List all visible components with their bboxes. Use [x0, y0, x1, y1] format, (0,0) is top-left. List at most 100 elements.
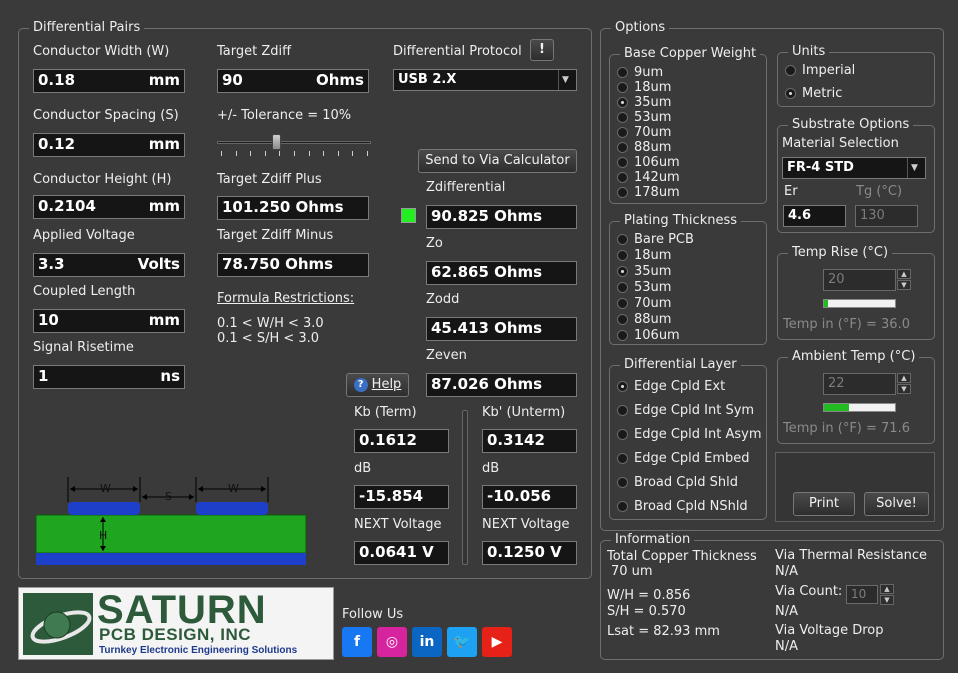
plating-option-label: 88um [634, 312, 672, 327]
radio-button-icon[interactable] [617, 157, 628, 168]
plating-option-35um[interactable]: 35um [617, 264, 671, 279]
base-copper-option-9um[interactable]: 9um [617, 65, 663, 80]
radio-button-icon[interactable] [617, 501, 628, 512]
radio-button-icon[interactable] [617, 187, 628, 198]
saturn-logo[interactable]: SATURN PCB DESIGN, INC Turnkey Electroni… [18, 587, 334, 660]
base-copper-option-53um[interactable]: 53um [617, 110, 671, 125]
plating-option-18um[interactable]: 18um [617, 248, 671, 263]
via-thermal-value: N/A [775, 564, 798, 579]
help-label: Help [371, 377, 402, 392]
conductor-width-field[interactable]: 0.18 mm [33, 69, 185, 93]
radio-button-icon[interactable] [617, 127, 628, 138]
diff-layer-option-edge-cpld-int-asym[interactable]: Edge Cpld Int Asym [617, 427, 762, 442]
target-zdiff-minus-label: Target Zdiff Minus [217, 228, 334, 243]
tolerance-slider[interactable] [217, 133, 371, 159]
radio-button-icon[interactable] [785, 65, 796, 76]
via-count-stepper[interactable]: ▲ ▼ [880, 584, 894, 605]
ambient-temp-bar [823, 403, 896, 412]
conductor-spacing-label: Conductor Spacing (S) [33, 108, 179, 123]
applied-voltage-field[interactable]: 3.3 Volts [33, 253, 185, 277]
plating-option-70um[interactable]: 70um [617, 296, 671, 311]
radio-button-icon[interactable] [617, 67, 628, 78]
radio-button-icon[interactable] [617, 405, 628, 416]
radio-button-icon[interactable] [617, 142, 628, 153]
protocol-info-button[interactable]: ! [530, 39, 554, 61]
radio-button-icon[interactable] [617, 112, 628, 123]
temp-rise-stepper[interactable]: ▲ ▼ [897, 269, 911, 290]
diff-layer-option-edge-cpld-embed[interactable]: Edge Cpld Embed [617, 451, 750, 466]
send-to-via-calculator-button[interactable]: Send to Via Calculator [418, 149, 577, 173]
radio-button-icon[interactable] [617, 97, 628, 108]
chevron-up-icon[interactable]: ▲ [880, 584, 894, 594]
radio-button-icon[interactable] [617, 453, 628, 464]
conductor-height-field[interactable]: 0.2104 mm [33, 195, 185, 219]
diff-layer-option-edge-cpld-int-sym[interactable]: Edge Cpld Int Sym [617, 403, 754, 418]
kb-divider [462, 410, 468, 565]
temp-rise-value: 20 [828, 272, 845, 287]
base-copper-option-35um[interactable]: 35um [617, 95, 671, 110]
chevron-down-icon[interactable]: ▼ [880, 595, 894, 605]
zodd-label: Zodd [426, 292, 460, 307]
diff-layer-option-edge-cpld-ext[interactable]: Edge Cpld Ext [617, 379, 725, 394]
radio-button-icon[interactable] [617, 172, 628, 183]
kb-term-db-value: -15.854 [359, 487, 424, 505]
units-option-imperial[interactable]: Imperial [785, 63, 855, 78]
plating-option-53um[interactable]: 53um [617, 280, 671, 295]
slider-tick [337, 151, 339, 156]
plating-option-label: 106um [634, 328, 680, 343]
material-select[interactable]: FR-4 STD ▼ [782, 157, 926, 179]
chevron-up-icon[interactable]: ▲ [897, 269, 911, 279]
diff-layer-option-broad-cpld-shld[interactable]: Broad Cpld Shld [617, 475, 738, 490]
target-zdiff-field[interactable]: 90 Ohms [217, 69, 369, 93]
chevron-up-icon[interactable]: ▲ [897, 373, 911, 383]
radio-button-icon[interactable] [617, 429, 628, 440]
er-field[interactable]: 4.6 [783, 205, 846, 227]
base-copper-option-70um[interactable]: 70um [617, 125, 671, 140]
radio-button-icon[interactable] [617, 282, 628, 293]
conductor-spacing-field[interactable]: 0.12 mm [33, 133, 185, 157]
radio-button-icon[interactable] [617, 234, 628, 245]
youtube-icon[interactable]: ▶ [482, 627, 512, 657]
facebook-icon[interactable]: f [342, 627, 372, 657]
zeven-field: 87.026 Ohms [426, 373, 577, 397]
radio-button-icon[interactable] [617, 330, 628, 341]
coupled-length-field[interactable]: 10 mm [33, 309, 185, 333]
ambient-temp-stepper[interactable]: ▲ ▼ [897, 373, 911, 394]
radio-button-icon[interactable] [785, 88, 796, 99]
base-copper-option-178um[interactable]: 178um [617, 185, 680, 200]
chevron-down-icon[interactable]: ▼ [897, 384, 911, 394]
plating-option-88um[interactable]: 88um [617, 312, 671, 327]
conductor-spacing-unit: mm [148, 135, 180, 153]
diff-layer-option-broad-cpld-nshld[interactable]: Broad Cpld NShld [617, 499, 748, 514]
radio-button-icon[interactable] [617, 298, 628, 309]
help-button[interactable]: ? Help [346, 373, 409, 397]
signal-risetime-value: 1 [38, 367, 49, 385]
base-copper-option-88um[interactable]: 88um [617, 140, 671, 155]
base-copper-option-106um[interactable]: 106um [617, 155, 680, 170]
via-drop-value: N/A [775, 639, 798, 654]
help-icon: ? [353, 377, 368, 392]
base-copper-option-142um[interactable]: 142um [617, 170, 680, 185]
radio-button-icon[interactable] [617, 314, 628, 325]
differential-protocol-select[interactable]: USB 2.X ▼ [393, 69, 577, 91]
wh-ratio: W/H = 0.856 [607, 588, 691, 603]
base-copper-option-18um[interactable]: 18um [617, 80, 671, 95]
plating-option-bare-pcb[interactable]: Bare PCB [617, 232, 694, 247]
radio-button-icon[interactable] [617, 381, 628, 392]
diff-layer-option-label: Broad Cpld Shld [634, 475, 738, 490]
linkedin-icon[interactable]: in [412, 627, 442, 657]
signal-risetime-field[interactable]: 1 ns [33, 365, 185, 389]
radio-button-icon[interactable] [617, 82, 628, 93]
twitter-icon[interactable]: 🐦 [447, 627, 477, 657]
plating-option-106um[interactable]: 106um [617, 328, 680, 343]
chevron-down-icon[interactable]: ▼ [897, 280, 911, 290]
radio-button-icon[interactable] [617, 266, 628, 277]
plating-option-label: 53um [634, 280, 672, 295]
print-button[interactable]: Print [793, 492, 855, 516]
tolerance-slider-thumb[interactable] [272, 134, 281, 150]
radio-button-icon[interactable] [617, 250, 628, 261]
solve-button[interactable]: Solve! [864, 492, 929, 516]
units-option-metric[interactable]: Metric [785, 86, 842, 101]
radio-button-icon[interactable] [617, 477, 628, 488]
instagram-icon[interactable]: ◎ [377, 627, 407, 657]
